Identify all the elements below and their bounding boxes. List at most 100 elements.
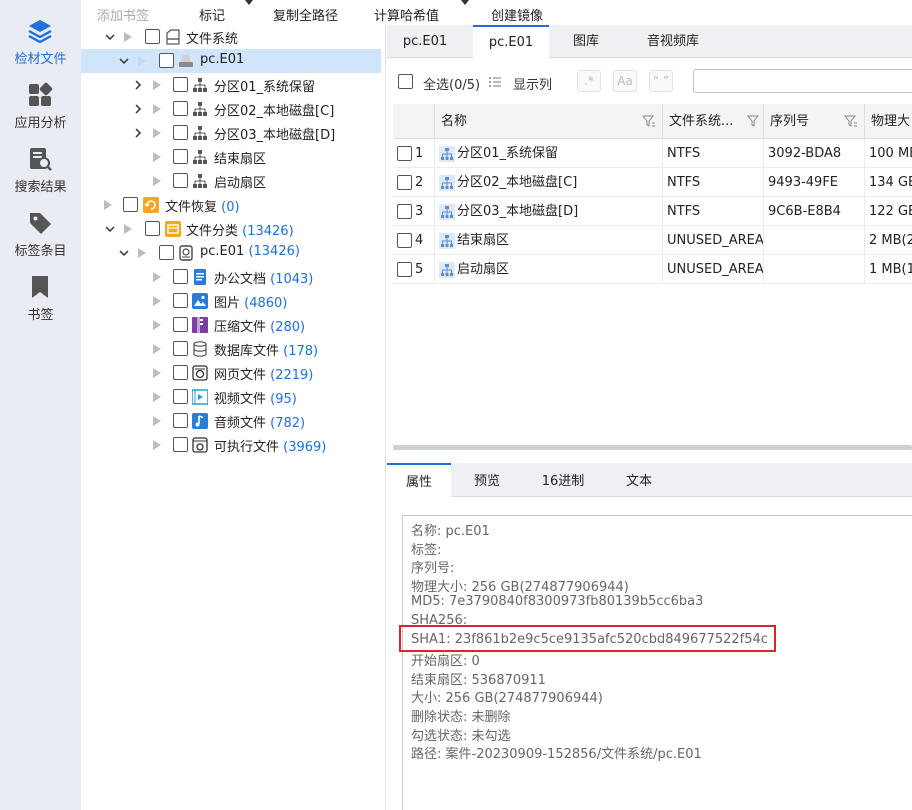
chevron-right-icon[interactable] [132, 79, 144, 91]
tree-checkbox[interactable] [173, 101, 188, 116]
tree-node-video[interactable]: 视频文件 (95) [81, 385, 381, 409]
regex-toggle-button[interactable]: .* [577, 70, 601, 92]
case-toggle-button[interactable]: Aa [613, 70, 637, 92]
tree-checkbox[interactable] [173, 125, 188, 140]
tab-text[interactable]: 文本 [609, 463, 669, 497]
tree-checkbox[interactable] [145, 221, 160, 236]
tree-label-text: 网页文件 [214, 368, 267, 383]
tree-node-classify-pc-e01[interactable]: pc.E01 (13426) [81, 241, 381, 265]
tree-checkbox[interactable] [173, 269, 188, 284]
tab-preview[interactable]: 预览 [457, 463, 517, 497]
exact-match-button[interactable]: “ ” [649, 70, 673, 92]
row-checkbox[interactable] [397, 233, 412, 248]
nav-item-app-analysis[interactable]: 应用分析 [0, 72, 81, 136]
chevron-right-icon[interactable] [132, 127, 144, 139]
tab-properties[interactable]: 属性 [387, 463, 451, 497]
tree-checkbox[interactable] [173, 293, 188, 308]
tree-node-file-recovery[interactable]: 文件恢复 (0) [81, 193, 381, 217]
tab-hex[interactable]: 16进制 [527, 463, 599, 497]
table-cell-num: 2 [393, 168, 435, 197]
tree-checkbox[interactable] [159, 53, 174, 68]
tree-checkbox[interactable] [173, 389, 188, 404]
chevron-down-icon[interactable] [118, 247, 130, 259]
nav-item-evidence-files[interactable]: 检材文件 [0, 8, 81, 72]
tree-checkbox[interactable] [173, 77, 188, 92]
tab-gallery[interactable]: 图库 [553, 25, 619, 58]
tree-checkbox[interactable] [173, 317, 188, 332]
table-row[interactable]: 4 结束扇区 UNUSED_AREA 2 MB(2 [393, 226, 912, 255]
chevron-right-icon[interactable] [132, 103, 144, 115]
table-header-serial[interactable]: 序列号 [764, 104, 865, 139]
tree-checkbox[interactable] [173, 341, 188, 356]
tree-node-executables[interactable]: 可执行文件 (3969) [81, 433, 381, 457]
table-row[interactable]: 3 分区03_本地磁盘[D] NTFS9C6B-E8B4122 GB [393, 197, 912, 226]
tree-checkbox[interactable] [173, 413, 188, 428]
chevron-down-icon[interactable] [104, 223, 116, 235]
tree-label-text: 压缩文件 [214, 320, 267, 335]
tree-checkbox[interactable] [159, 245, 174, 260]
search-input[interactable] [693, 69, 912, 93]
list-icon[interactable] [488, 75, 502, 89]
table-row[interactable]: 5 启动扇区 UNUSED_AREA 1 MB(1 [393, 255, 912, 284]
tree-node-archives[interactable]: 压缩文件 (280) [81, 313, 381, 337]
filter-icon[interactable] [747, 114, 761, 128]
filter-icon[interactable] [642, 114, 656, 128]
tree-checkbox[interactable] [145, 29, 160, 44]
table-cell-name: 分区03_本地磁盘[D] [435, 197, 663, 226]
tree-label-text: 文件分类 [186, 224, 239, 239]
expand-arrow-icon [153, 176, 161, 186]
table-row[interactable]: 2 分区02_本地磁盘[C] NTFS9493-49FE134 GB [393, 168, 912, 197]
expand-arrow-icon [153, 320, 161, 330]
select-all-label[interactable]: 全选(0/5) [423, 74, 480, 93]
add-bookmark-button[interactable]: 添加书签 [97, 5, 149, 24]
tree-checkbox[interactable] [123, 197, 138, 212]
compute-hash-button[interactable]: 计算哈希值 [374, 5, 439, 24]
tab-pc-e01-2[interactable]: pc.E01 [473, 25, 549, 58]
tree-node-audio[interactable]: 音频文件 (782) [81, 409, 381, 433]
tree-node-office-docs[interactable]: 办公文档 (1043) [81, 265, 381, 289]
table-row[interactable]: 1 分区01_系统保留 NTFS3092-BDA8100 MB [393, 139, 912, 168]
select-all-checkbox[interactable] [398, 74, 413, 89]
tree-node-partition-03[interactable]: 分区03_本地磁盘[D] [81, 121, 381, 145]
chevron-down-icon[interactable] [118, 55, 130, 67]
table-header-filesystem[interactable]: 文件系统... [663, 104, 764, 139]
create-image-button[interactable]: 创建镜像 [491, 5, 543, 24]
tree-node-database[interactable]: 数据库文件 (178) [81, 337, 381, 361]
display-columns-button[interactable]: 显示列 [513, 74, 552, 93]
row-checkbox[interactable] [397, 262, 412, 277]
filter-icon[interactable] [844, 114, 858, 128]
hash-dropdown-icon[interactable] [461, 0, 469, 5]
nav-item-bookmarks[interactable]: 书签 [0, 264, 81, 328]
chevron-down-icon[interactable] [104, 31, 116, 43]
tree-checkbox[interactable] [173, 149, 188, 164]
tree-checkbox[interactable] [173, 365, 188, 380]
tree-node-web-files[interactable]: 网页文件 (2219) [81, 361, 381, 385]
row-name: 分区03_本地磁盘[D] [457, 204, 579, 219]
tree-checkbox[interactable] [173, 173, 188, 188]
tree-node-filesystem[interactable]: 文件系统 [81, 25, 381, 49]
horizontal-scrollbar[interactable] [393, 445, 912, 450]
copy-path-button[interactable]: 复制全路径 [273, 5, 338, 24]
table-header-name[interactable]: 名称 [435, 104, 663, 139]
tree-node-file-classification[interactable]: 文件分类 (13426) [81, 217, 381, 241]
tree-node-partition-02[interactable]: 分区02_本地磁盘[C] [81, 97, 381, 121]
row-checkbox[interactable] [397, 175, 412, 190]
row-checkbox[interactable] [397, 146, 412, 161]
table-cell-num: 3 [393, 197, 435, 226]
tree-checkbox[interactable] [173, 437, 188, 452]
tab-media-library[interactable]: 音视频库 [623, 25, 723, 58]
tree-node-images[interactable]: 图片 (4860) [81, 289, 381, 313]
mark-button[interactable]: 标记 [199, 5, 225, 24]
tab-pc-e01-1[interactable]: pc.E01 [387, 25, 463, 58]
tree-node-pc-e01[interactable]: pc.E01 [81, 49, 381, 73]
table-header-physical-size[interactable]: 物理大 [865, 104, 912, 139]
expand-arrow-icon [153, 368, 161, 378]
tree-node-start-sector[interactable]: 启动扇区 [81, 169, 381, 193]
tree-node-end-sector[interactable]: 结束扇区 [81, 145, 381, 169]
row-checkbox[interactable] [397, 204, 412, 219]
nav-item-search-results[interactable]: 搜索结果 [0, 136, 81, 200]
nav-item-tag-entries[interactable]: 标签条目 [0, 200, 81, 264]
partition-icon [193, 150, 207, 164]
tree-node-partition-01[interactable]: 分区01_系统保留 [81, 73, 381, 97]
mark-dropdown-icon[interactable] [245, 0, 253, 5]
